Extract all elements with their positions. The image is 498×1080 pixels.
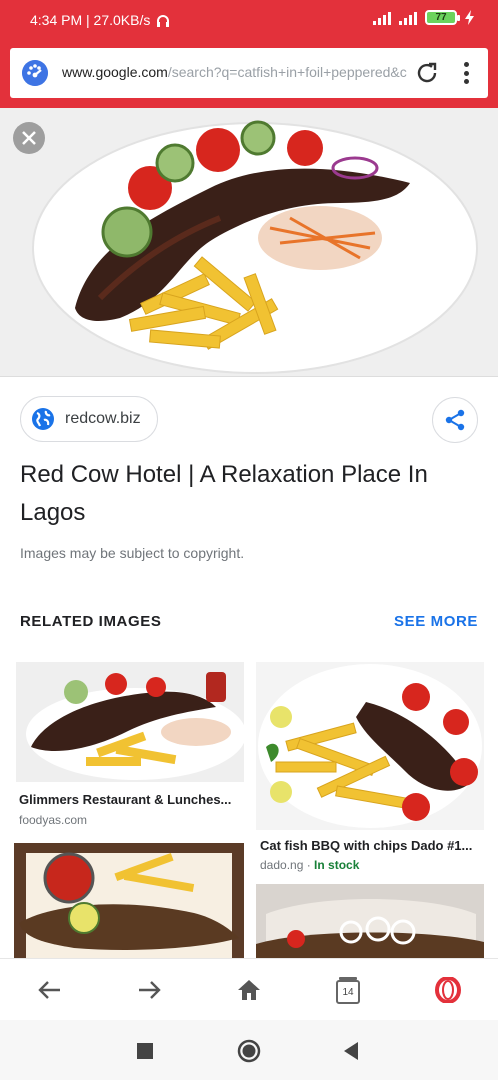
triangle-back-icon (344, 1042, 358, 1060)
browser-bottom-bar: 14 (0, 958, 498, 1020)
home-icon (238, 980, 260, 1000)
globe-icon (32, 408, 54, 430)
related-image-thumb (14, 843, 244, 958)
related-image-title: Cat fish BBQ with chips Dado #1... (260, 838, 473, 853)
forward-button[interactable] (134, 975, 164, 1005)
copyright-note: Images may be subject to copyright. (20, 545, 245, 561)
related-image-thumb (16, 662, 244, 782)
source-chip[interactable]: redcow.biz (20, 396, 158, 442)
speed-dial-icon[interactable] (22, 60, 48, 86)
android-nav-bar (0, 1020, 498, 1080)
related-image-thumb (256, 884, 484, 958)
close-preview-button[interactable] (13, 122, 45, 154)
url-path: /search?q=catfish+in+foil+peppered&c (167, 64, 407, 80)
opera-menu-button[interactable] (433, 975, 463, 1005)
address-bar-area: www.google.com/search?q=catfish+in+foil+… (0, 38, 498, 108)
related-image-card[interactable] (256, 884, 484, 958)
headphones-icon (157, 14, 170, 27)
status-left: 4:34 PM | 27.0KB/s (30, 12, 170, 28)
square-icon (137, 1043, 153, 1059)
system-back-button[interactable] (338, 1038, 364, 1064)
status-bar: 4:34 PM | 27.0KB/s 77 (0, 0, 498, 38)
url-domain: www.google.com (62, 64, 168, 80)
charging-bolt-icon (465, 10, 474, 25)
related-image-source: foodyas.com (19, 813, 88, 827)
system-home-button[interactable] (236, 1038, 262, 1064)
catfish-plate-image (0, 108, 498, 376)
back-button[interactable] (35, 975, 65, 1005)
source-domain: redcow.biz (65, 410, 141, 427)
share-button[interactable] (432, 397, 478, 443)
opera-logo-icon (435, 977, 461, 1003)
divider (0, 376, 498, 377)
related-image-card[interactable] (14, 843, 244, 958)
status-time-speed: 4:34 PM | 27.0KB/s (30, 12, 151, 28)
battery-icon: 77 (425, 10, 460, 25)
tabs-button[interactable]: 14 (333, 975, 363, 1005)
address-bar[interactable]: www.google.com/search?q=catfish+in+foil+… (10, 48, 488, 98)
see-more-link[interactable]: SEE MORE (394, 613, 478, 630)
url-text[interactable]: www.google.com/search?q=catfish+in+foil+… (62, 64, 407, 80)
signal-icon-2 (399, 11, 417, 25)
related-images-heading: RELATED IMAGES (20, 613, 162, 630)
page-title[interactable]: Red Cow Hotel | A Relaxation Place In La… (20, 456, 480, 532)
related-image-card[interactable]: Glimmers Restaurant & Lunches... foodyas… (16, 662, 244, 832)
signal-icon (373, 11, 391, 25)
related-image-title: Glimmers Restaurant & Lunches... (19, 792, 232, 807)
share-icon (445, 409, 465, 431)
reload-icon[interactable] (414, 60, 440, 86)
related-image-domain: dado.ng · (260, 858, 315, 872)
recents-button[interactable] (132, 1038, 158, 1064)
arrow-right-icon (139, 981, 161, 999)
arrow-left-icon (38, 981, 60, 999)
stock-badge: In stock (314, 858, 360, 872)
home-button[interactable] (234, 975, 264, 1005)
related-image-thumb (256, 662, 484, 830)
circle-icon (237, 1039, 261, 1063)
status-right: 77 (373, 10, 474, 25)
tabs-count: 14 (342, 987, 354, 998)
related-image-source: dado.ng · In stock (260, 858, 359, 872)
more-menu-icon[interactable] (456, 60, 476, 86)
preview-image[interactable] (0, 108, 498, 376)
close-icon (22, 131, 36, 145)
related-image-card[interactable]: Cat fish BBQ with chips Dado #1... dado.… (256, 662, 484, 872)
